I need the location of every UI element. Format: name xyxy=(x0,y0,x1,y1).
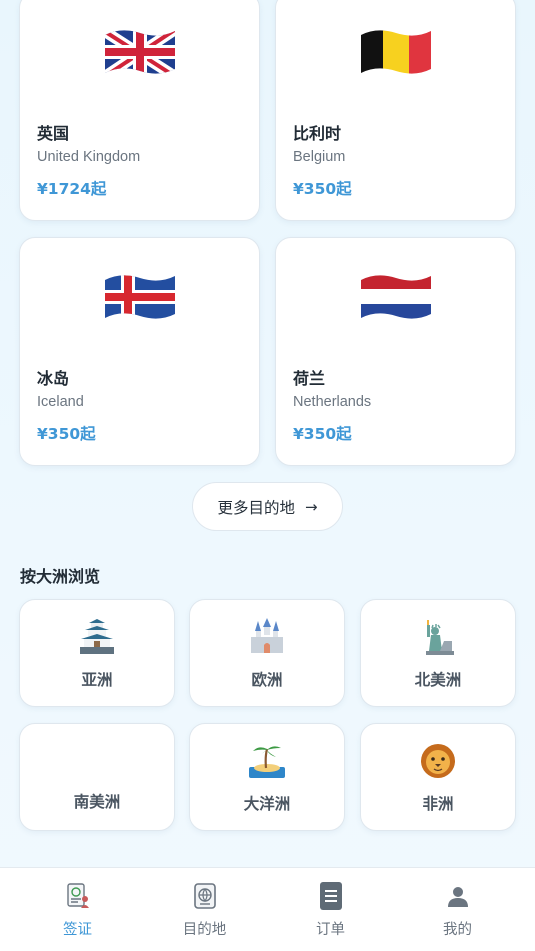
continent-card-asia[interactable]: 亚洲 xyxy=(19,599,175,707)
belgium-flag-icon xyxy=(360,30,431,74)
continent-label: 非洲 xyxy=(422,795,454,813)
tab-destinations[interactable]: 目的地 xyxy=(138,868,271,951)
passport-icon xyxy=(66,883,89,908)
lion-icon xyxy=(421,744,455,778)
japanese-castle-icon xyxy=(80,619,114,654)
arrow-right-icon: → xyxy=(304,497,318,516)
country-en-name: Belgium xyxy=(293,149,346,165)
country-price: ¥350起 xyxy=(293,180,352,198)
country-price: ¥350起 xyxy=(293,425,352,443)
uk-flag-icon xyxy=(104,30,175,74)
document-icon xyxy=(319,882,342,910)
country-card-belgium[interactable]: 比利时 Belgium ¥350起 xyxy=(275,0,516,221)
statue-of-liberty-icon xyxy=(426,620,454,655)
continent-card-europe[interactable]: 欧洲 xyxy=(189,599,345,707)
user-icon xyxy=(447,887,468,907)
tab-visa[interactable]: 签证 xyxy=(11,868,144,951)
country-cn-name: 英国 xyxy=(37,124,70,143)
more-destinations-label: 更多目的地 xyxy=(217,498,295,517)
continent-label: 大洋洲 xyxy=(243,795,291,813)
country-price: ¥350起 xyxy=(37,425,96,443)
continent-card-north-america[interactable]: 北美洲 xyxy=(360,599,516,707)
country-card-netherlands[interactable]: 荷兰 Netherlands ¥350起 xyxy=(275,237,516,466)
tab-orders[interactable]: 订单 xyxy=(264,868,397,951)
desert-island-icon xyxy=(249,746,285,778)
tab-mine[interactable]: 我的 xyxy=(391,868,524,951)
country-cn-name: 荷兰 xyxy=(293,369,326,388)
continent-card-oceania[interactable]: 大洋洲 xyxy=(189,723,345,831)
continent-label: 亚洲 xyxy=(81,671,113,689)
castle-icon xyxy=(251,618,283,653)
country-cn-name: 比利时 xyxy=(293,124,342,143)
country-cn-name: 冰岛 xyxy=(37,369,70,388)
continent-card-south-america[interactable]: 南美洲 xyxy=(19,723,175,831)
country-en-name: Netherlands xyxy=(293,394,372,410)
netherlands-flag-icon xyxy=(360,275,431,319)
country-price: ¥1724起 xyxy=(37,180,107,198)
country-en-name: Iceland xyxy=(37,394,84,410)
continent-card-africa[interactable]: 非洲 xyxy=(360,723,516,831)
country-card-iceland[interactable]: 冰岛 Iceland ¥350起 xyxy=(19,237,260,466)
tab-label: 目的地 xyxy=(182,922,227,938)
tab-label: 签证 xyxy=(63,922,92,938)
country-card-uk[interactable]: 英国 United Kingdom ¥1724起 xyxy=(19,0,260,221)
iceland-flag-icon xyxy=(104,275,175,319)
globe-passport-icon xyxy=(193,883,216,909)
continent-label: 欧洲 xyxy=(251,671,283,689)
continent-label: 北美洲 xyxy=(414,671,462,689)
tab-label: 订单 xyxy=(316,922,345,938)
country-en-name: United Kingdom xyxy=(37,149,141,165)
section-title-continents: 按大洲浏览 xyxy=(20,567,101,586)
continent-label: 南美洲 xyxy=(73,793,121,811)
tab-label: 我的 xyxy=(443,922,472,938)
more-destinations-button[interactable]: 更多目的地 → xyxy=(192,482,343,531)
bottom-tab-bar: 签证 目的地 订单 我的 xyxy=(0,867,535,951)
